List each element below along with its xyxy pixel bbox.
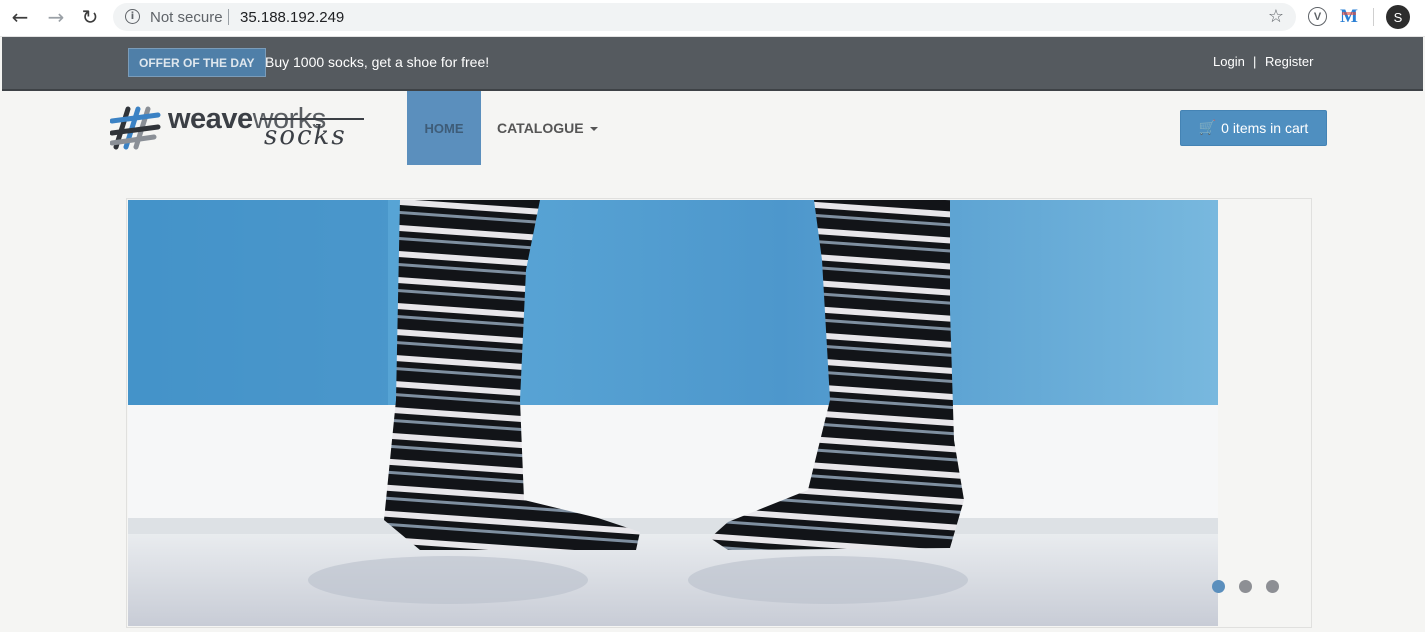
striped-socks-photo: [128, 200, 1218, 626]
register-link[interactable]: Register: [1265, 54, 1313, 69]
weaveworks-logo[interactable]: weaveworks socks: [110, 99, 370, 157]
caret-down-icon: [589, 127, 598, 132]
extension-v-icon[interactable]: V: [1308, 7, 1327, 26]
carousel-slide-image[interactable]: [128, 200, 1218, 626]
forward-arrow-icon[interactable]: →: [44, 5, 68, 29]
carousel-dot-1[interactable]: [1212, 580, 1225, 593]
offer-text: Buy 1000 socks, get a shoe for free!: [265, 54, 490, 70]
offer-badge[interactable]: OFFER OF THE DAY: [128, 48, 266, 77]
security-label: Not secure: [150, 9, 223, 26]
browser-toolbar: ← → ↻ i Not secure 35.188.192.249 ☆ V M …: [0, 0, 1425, 37]
extension-m-icon[interactable]: M: [1340, 6, 1358, 28]
reload-icon[interactable]: ↻: [78, 5, 102, 29]
url-text[interactable]: 35.188.192.249: [240, 9, 344, 26]
info-icon[interactable]: i: [125, 9, 140, 24]
nav-catalogue[interactable]: CATALOGUE: [497, 120, 598, 136]
carousel-dot-2[interactable]: [1239, 580, 1252, 593]
bookmark-star-icon[interactable]: ☆: [1268, 6, 1284, 27]
login-link[interactable]: Login: [1213, 54, 1245, 69]
logo-word-weave: weave: [168, 103, 253, 135]
address-bar[interactable]: i Not secure 35.188.192.249 ☆: [113, 3, 1296, 31]
nav-catalogue-label: CATALOGUE: [497, 120, 584, 136]
carousel-indicators: [1212, 580, 1279, 593]
account-separator: |: [1253, 54, 1257, 69]
carousel-dot-3[interactable]: [1266, 580, 1279, 593]
logo-strike-line: [260, 118, 364, 120]
cart-button[interactable]: 🛒 0 items in cart: [1180, 110, 1327, 146]
logo-mark-icon: [110, 106, 161, 150]
nav-home[interactable]: HOME: [407, 91, 481, 165]
cart-label: 0 items in cart: [1221, 120, 1309, 136]
logo-subtitle: socks: [264, 121, 347, 151]
back-arrow-icon[interactable]: ←: [8, 5, 32, 29]
shopping-cart-icon: 🛒: [1198, 120, 1217, 136]
offer-bar: OFFER OF THE DAY Buy 1000 socks, get a s…: [2, 37, 1423, 91]
address-separator: [228, 9, 229, 25]
toolbar-divider: [1373, 8, 1374, 26]
profile-avatar[interactable]: S: [1386, 5, 1410, 29]
